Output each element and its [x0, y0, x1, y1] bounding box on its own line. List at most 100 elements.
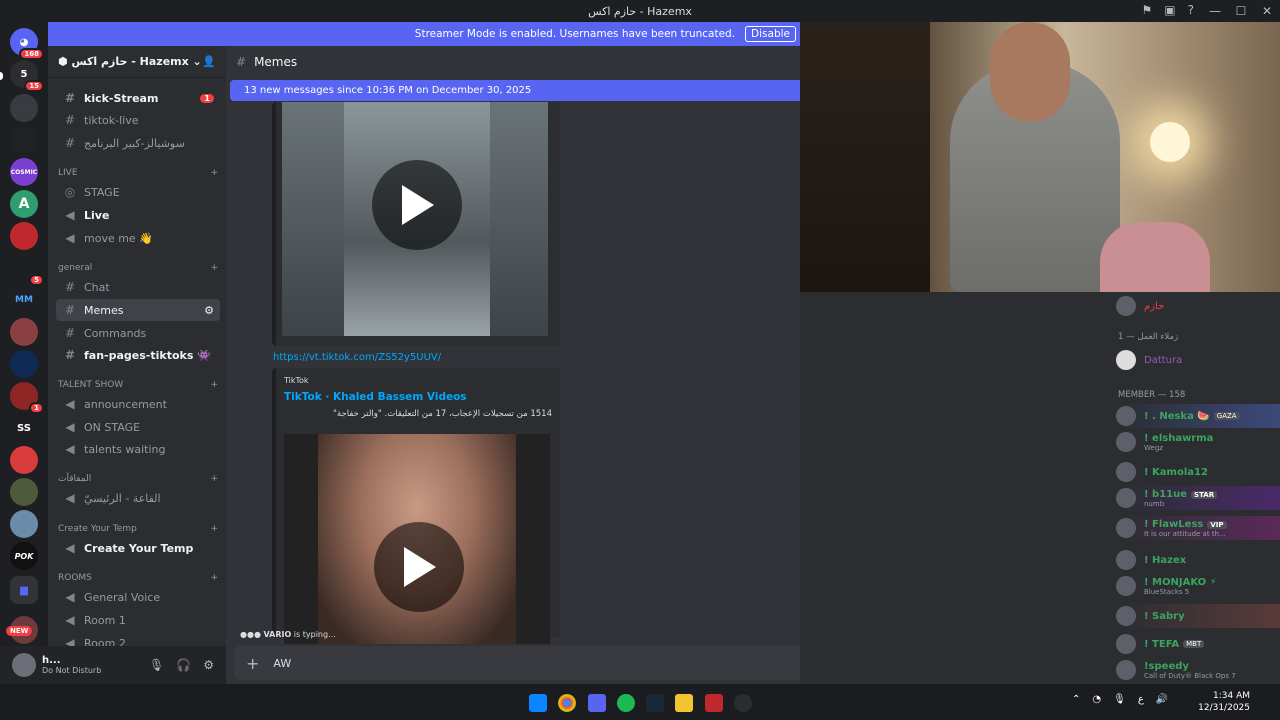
- embed-title[interactable]: TikTok · Khaled Bassem Videos: [284, 391, 552, 403]
- member-name: حازم: [1144, 300, 1165, 312]
- spotify-icon[interactable]: [617, 694, 635, 712]
- server-icon-cosmic[interactable]: COSMIC: [10, 158, 38, 186]
- member-row[interactable]: Dattura: [1116, 348, 1280, 372]
- chrome-icon[interactable]: [558, 694, 576, 712]
- avatar[interactable]: [12, 653, 36, 677]
- video-thumbnail[interactable]: [284, 434, 550, 644]
- server-icon-mm[interactable]: MM: [10, 286, 38, 314]
- server-icon[interactable]: 1: [10, 382, 44, 414]
- member-row[interactable]: ! Sabry: [1116, 604, 1280, 628]
- channel-commands[interactable]: # Commands: [56, 322, 220, 344]
- category-general[interactable]: general +: [58, 263, 218, 273]
- channel-main-hall[interactable]: ◀ القاعة - الرئيسيّ: [56, 487, 220, 509]
- inbox-icon[interactable]: ⚑: [1142, 3, 1153, 17]
- category-talent[interactable]: TALENT SHOW +: [58, 380, 218, 390]
- mic-icon[interactable]: 🎙: [1113, 694, 1126, 705]
- message-link[interactable]: https://vt.tiktok.com/ZS52y5UUV/: [273, 352, 441, 363]
- channel-move-me[interactable]: ◀ move me 👋: [56, 227, 220, 249]
- channel-on-stage[interactable]: ◀ ON STAGE: [56, 416, 220, 438]
- add-attachment-icon[interactable]: +: [246, 654, 259, 673]
- network-icon[interactable]: ◔: [1092, 694, 1101, 705]
- member-row[interactable]: ! FlawLess VIP It is our attitude at th...: [1116, 516, 1280, 540]
- settings-icon[interactable]: ⚙: [204, 304, 214, 317]
- folder-icon[interactable]: [675, 694, 693, 712]
- server-icon[interactable]: [10, 350, 38, 378]
- volume-icon[interactable]: 🔊: [1156, 694, 1168, 705]
- server-icon[interactable]: [10, 478, 38, 506]
- server-icon[interactable]: [10, 446, 38, 474]
- disable-button[interactable]: Disable: [745, 26, 796, 42]
- headphones-icon[interactable]: 🎧: [176, 658, 191, 672]
- close-button[interactable]: ✕: [1254, 0, 1280, 22]
- obs-icon[interactable]: [734, 694, 752, 712]
- category-temp[interactable]: Create Your Temp +: [58, 524, 218, 534]
- server-icon[interactable]: 5: [10, 254, 44, 286]
- tray-overflow-icon[interactable]: ⌃: [1072, 694, 1080, 705]
- server-icon-5[interactable]: 5 15: [10, 60, 44, 92]
- channel-stage[interactable]: ◎ STAGE: [56, 181, 220, 203]
- add-channel-icon[interactable]: +: [210, 263, 218, 273]
- help-icon[interactable]: ?: [1188, 3, 1194, 17]
- channel-memes[interactable]: # Memes ⚙: [56, 299, 220, 321]
- channel-general-voice[interactable]: ◀ General Voice: [56, 586, 220, 608]
- member-row[interactable]: ! TEFA MBT: [1116, 632, 1280, 656]
- category-rooms[interactable]: ROOMS +: [58, 573, 218, 583]
- play-icon[interactable]: [374, 522, 464, 612]
- add-channel-icon[interactable]: +: [210, 573, 218, 583]
- channel-live[interactable]: ◀ Live: [56, 204, 220, 226]
- settings-icon[interactable]: ⚙: [203, 658, 214, 672]
- minimize-button[interactable]: —: [1202, 0, 1228, 22]
- channel-fan-pages[interactable]: # fan-pages-tiktoks 👾: [56, 344, 220, 366]
- member-row[interactable]: ! Kamola12: [1116, 460, 1280, 484]
- channel-talents-waiting[interactable]: ◀ talents waiting: [56, 438, 220, 460]
- channel-chat[interactable]: # Chat: [56, 276, 220, 298]
- server-icon-pok[interactable]: POK: [10, 542, 38, 570]
- clock[interactable]: 1:34 AM 12/31/2025: [1198, 690, 1250, 714]
- server-icon[interactable]: [10, 222, 38, 250]
- member-avatar: [1116, 660, 1136, 680]
- member-row[interactable]: ! b11ue STAR numb: [1116, 486, 1280, 510]
- channel-room-1[interactable]: ◀ Room 1: [56, 609, 220, 631]
- add-channel-icon[interactable]: +: [210, 380, 218, 390]
- channel-room-2[interactable]: ◀ Room 2: [56, 632, 220, 646]
- screen-share-icon[interactable]: ▣: [1164, 3, 1175, 17]
- server-icon-ss[interactable]: SS: [10, 414, 38, 442]
- discord-home-icon[interactable]: ◕ 168: [10, 28, 44, 60]
- language-indicator[interactable]: ع: [1138, 694, 1144, 705]
- channel-announcement[interactable]: ◀ announcement: [56, 393, 220, 415]
- member-avatar: [1116, 634, 1136, 654]
- maximize-button[interactable]: ☐: [1228, 0, 1254, 22]
- microphone-icon[interactable]: 🎙: [149, 658, 164, 672]
- member-row[interactable]: ! . Neska 🍉 GAZA: [1116, 404, 1280, 428]
- add-channel-icon[interactable]: +: [210, 524, 218, 534]
- server-icon-a[interactable]: A: [10, 190, 38, 218]
- member-row[interactable]: ! MONJAKO ⚡ BlueStacks 5: [1116, 574, 1280, 598]
- member-row[interactable]: ! elshawrma Wegz: [1116, 430, 1280, 454]
- member-row[interactable]: !speedy Call of Duty® Black Ops 7: [1116, 658, 1280, 682]
- steam-icon[interactable]: [646, 694, 664, 712]
- member-row[interactable]: ! Hazex: [1116, 548, 1280, 572]
- message-input[interactable]: AW: [273, 657, 291, 670]
- category-mafia[interactable]: المفاقآت +: [58, 474, 218, 484]
- member-row[interactable]: حازم: [1116, 294, 1280, 318]
- windows-start-icon[interactable]: [529, 694, 547, 712]
- new-messages-bar[interactable]: 13 new messages since 10:36 PM on Decemb…: [230, 80, 800, 101]
- channel-create-temp[interactable]: ◀ Create Your Temp: [56, 537, 220, 559]
- guild-header[interactable]: ⬢ حازم اكس - Hazemx ⌄ 👤: [48, 46, 226, 78]
- add-channel-icon[interactable]: +: [210, 168, 218, 178]
- add-channel-icon[interactable]: +: [210, 474, 218, 484]
- channel-socials[interactable]: # سوشيالز-كبير البرنامج: [56, 132, 220, 154]
- channel-tiktok-live[interactable]: # tiktok-live: [56, 109, 220, 131]
- server-icon[interactable]: [10, 126, 38, 154]
- app-icon[interactable]: [705, 694, 723, 712]
- folder-icon[interactable]: ▆: [10, 576, 38, 604]
- channel-kick-stream[interactable]: # kick-Stream 1: [56, 87, 220, 109]
- server-icon[interactable]: [10, 510, 38, 538]
- server-icon[interactable]: [10, 318, 38, 346]
- play-icon[interactable]: [372, 160, 462, 250]
- discord-icon[interactable]: [588, 694, 606, 712]
- invite-icon[interactable]: 👤: [202, 55, 216, 68]
- category-live[interactable]: LIVE +: [58, 168, 218, 178]
- video-thumbnail[interactable]: [282, 102, 548, 336]
- server-icon[interactable]: [10, 94, 38, 122]
